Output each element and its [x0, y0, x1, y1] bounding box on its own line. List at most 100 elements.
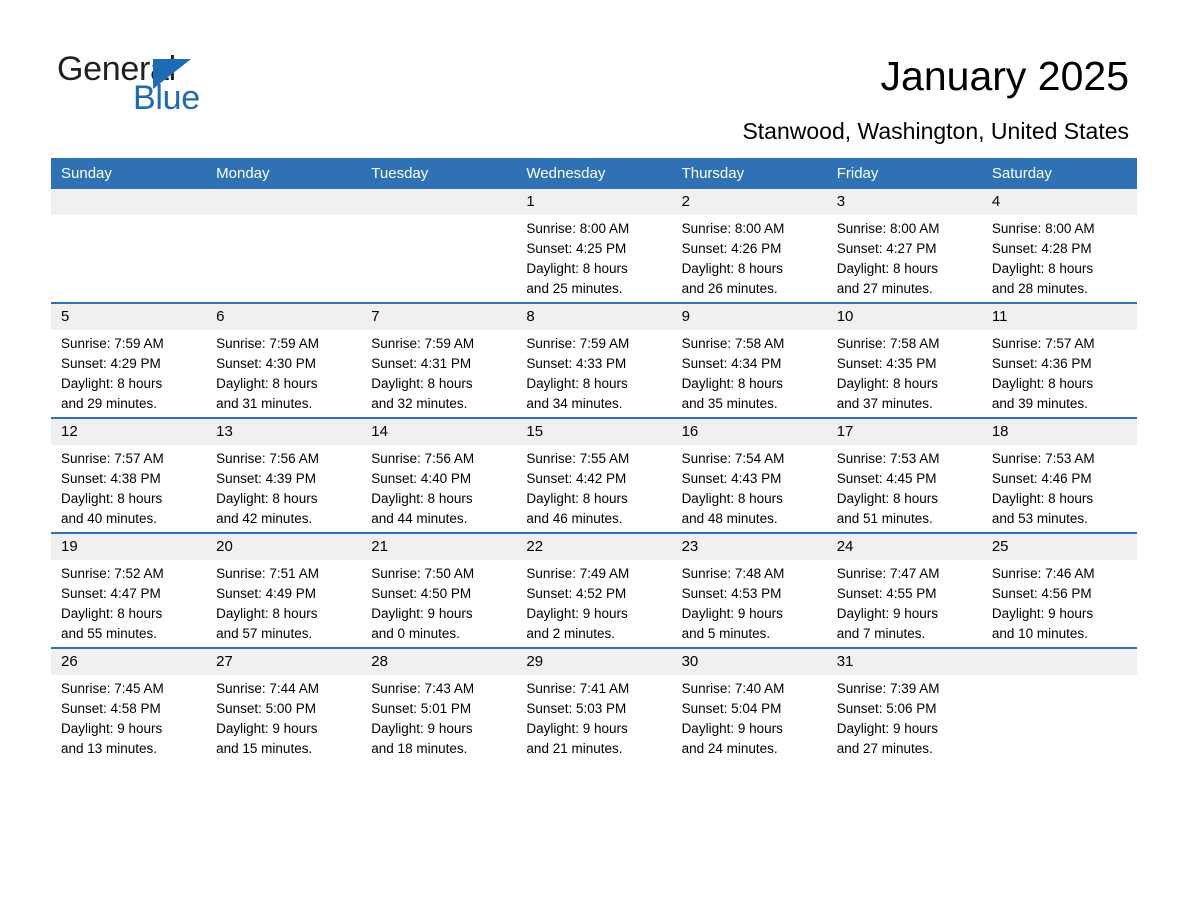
day-number: 29 — [516, 649, 672, 675]
daylight-text-line1: Daylight: 9 hours — [991, 606, 1094, 621]
day-details: Sunrise: 7:40 AM Sunset: 5:04 PM Daylight:… — [672, 675, 827, 759]
day-number: 20 — [206, 534, 362, 560]
day-details: Sunrise: 7:57 AM Sunset: 4:36 PM Daylight:… — [982, 330, 1137, 414]
calendar-cell-day-14[interactable]: 14 Sunrise: 7:56 AM Sunset: 4:40 PM Dayligh… — [361, 417, 517, 533]
weekday-header-monday: Monday — [206, 158, 362, 189]
calendar-cell-day-23[interactable]: 23 Sunrise: 7:48 AM Sunset: 4:53 PM Dayligh… — [671, 532, 827, 648]
calendar-cell-day-4[interactable]: 4 Sunrise: 8:00 AM Sunset: 4:28 PM Daylight… — [981, 189, 1137, 303]
calendar-cell-day-17[interactable]: 17 Sunrise: 7:53 AM Sunset: 4:45 PM Dayligh… — [826, 417, 982, 533]
calendar-cell-day-7[interactable]: 7 Sunrise: 7:59 AM Sunset: 4:31 PM Daylight… — [361, 302, 517, 418]
sunrise-text: Sunrise: 7:43 AM — [371, 681, 475, 696]
page-subtitle: Stanwood, Washington, United States — [742, 118, 1129, 144]
calendar-cell-day-3[interactable]: 3 Sunrise: 8:00 AM Sunset: 4:27 PM Daylight… — [826, 189, 982, 303]
calendar-cell-day-15[interactable]: 15 Sunrise: 7:55 AM Sunset: 4:42 PM Dayligh… — [516, 417, 672, 533]
daylight-text-line1: Daylight: 9 hours — [836, 606, 939, 621]
calendar-cell-day-31[interactable]: 31 Sunrise: 7:39 AM Sunset: 5:06 PM Dayligh… — [826, 647, 982, 762]
day-number: 25 — [981, 534, 1137, 560]
daylight-text-line2: and 31 minutes. — [216, 396, 313, 411]
day-details: Sunrise: 7:54 AM Sunset: 4:43 PM Daylight:… — [672, 445, 827, 529]
calendar-cell-day-13[interactable]: 13 Sunrise: 7:56 AM Sunset: 4:39 PM Dayligh… — [206, 417, 362, 533]
calendar-cell-day-21[interactable]: 21 Sunrise: 7:50 AM Sunset: 4:50 PM Dayligh… — [361, 532, 517, 648]
day-details: Sunrise: 8:00 AM Sunset: 4:26 PM Daylight:… — [672, 215, 827, 299]
sunrise-text: Sunrise: 7:59 AM — [61, 336, 164, 351]
calendar-cell-empty — [51, 189, 207, 303]
sunrise-text: Sunrise: 7:53 AM — [836, 451, 940, 466]
day-details: Sunrise: 7:52 AM Sunset: 4:47 PM Daylight:… — [51, 560, 206, 644]
calendar-cell-day-16[interactable]: 16 Sunrise: 7:54 AM Sunset: 4:43 PM Dayligh… — [671, 417, 827, 533]
day-number: 27 — [206, 649, 362, 675]
day-details: Sunrise: 7:53 AM Sunset: 4:46 PM Daylight:… — [982, 445, 1137, 529]
calendar-cell-day-1[interactable]: 1 Sunrise: 8:00 AM Sunset: 4:25 PM Daylight… — [516, 189, 672, 303]
day-number: 28 — [361, 649, 517, 675]
calendar-cell-day-27[interactable]: 27 Sunrise: 7:44 AM Sunset: 5:00 PM Dayligh… — [206, 647, 362, 762]
general-blue-logo[interactable]: General Blue — [57, 50, 277, 120]
day-number: 2 — [671, 189, 827, 215]
calendar-cell-day-29[interactable]: 29 Sunrise: 7:41 AM Sunset: 5:03 PM Dayligh… — [516, 647, 672, 762]
calendar-cell-day-5[interactable]: 5 Sunrise: 7:59 AM Sunset: 4:29 PM Daylight… — [51, 302, 207, 418]
weekday-header-wednesday: Wednesday — [516, 158, 672, 189]
sunset-text: Sunset: 4:42 PM — [526, 471, 627, 486]
calendar-week-row: 26 Sunrise: 7:45 AM Sunset: 4:58 PM Dayligh… — [51, 647, 1137, 762]
daylight-text-line2: and 34 minutes. — [526, 396, 623, 411]
day-details: Sunrise: 8:00 AM Sunset: 4:25 PM Daylight:… — [516, 215, 671, 299]
daylight-text-line1: Daylight: 9 hours — [371, 606, 473, 621]
calendar-cell-day-9[interactable]: 9 Sunrise: 7:58 AM Sunset: 4:34 PM Daylight… — [671, 302, 827, 418]
sunset-text: Sunset: 4:52 PM — [526, 586, 627, 601]
daylight-text-line2: and 13 minutes. — [61, 741, 158, 756]
calendar-cell-day-6[interactable]: 6 Sunrise: 7:59 AM Sunset: 4:30 PM Daylight… — [206, 302, 362, 418]
sunset-text: Sunset: 4:55 PM — [836, 586, 937, 601]
daylight-text-line1: Daylight: 8 hours — [681, 261, 783, 276]
daylight-text-line1: Daylight: 8 hours — [371, 376, 473, 391]
day-number: 24 — [826, 534, 982, 560]
daylight-text-line1: Daylight: 8 hours — [836, 261, 939, 276]
calendar-week-row: 1 Sunrise: 8:00 AM Sunset: 4:25 PM Daylight… — [51, 189, 1137, 303]
sunrise-text: Sunrise: 7:44 AM — [216, 681, 319, 696]
calendar-cell-day-26[interactable]: 26 Sunrise: 7:45 AM Sunset: 4:58 PM Dayligh… — [51, 647, 207, 762]
sunset-text: Sunset: 4:25 PM — [526, 241, 627, 256]
sunset-text: Sunset: 4:30 PM — [216, 356, 316, 371]
daylight-text-line1: Daylight: 8 hours — [216, 491, 318, 506]
weekday-header-row: Sunday Monday Tuesday Wednesday Thursday… — [51, 158, 1137, 189]
daylight-text-line2: and 53 minutes. — [991, 511, 1088, 526]
daylight-text-line1: Daylight: 8 hours — [681, 376, 783, 391]
daylight-text-line2: and 0 minutes. — [371, 626, 460, 641]
calendar-cell-day-19[interactable]: 19 Sunrise: 7:52 AM Sunset: 4:47 PM Dayligh… — [51, 532, 207, 648]
day-details: Sunrise: 7:56 AM Sunset: 4:40 PM Daylight:… — [361, 445, 516, 529]
day-details: Sunrise: 7:45 AM Sunset: 4:58 PM Daylight:… — [51, 675, 206, 759]
calendar-cell-day-10[interactable]: 10 Sunrise: 7:58 AM Sunset: 4:35 PM Dayligh… — [826, 302, 982, 418]
daylight-text-line1: Daylight: 8 hours — [526, 376, 628, 391]
sunset-text: Sunset: 4:38 PM — [61, 471, 161, 486]
sunset-text: Sunset: 4:36 PM — [991, 356, 1092, 371]
calendar-cell-day-8[interactable]: 8 Sunrise: 7:59 AM Sunset: 4:33 PM Daylight… — [516, 302, 672, 418]
day-details: Sunrise: 7:55 AM Sunset: 4:42 PM Daylight:… — [516, 445, 671, 529]
calendar-cell-day-22[interactable]: 22 Sunrise: 7:49 AM Sunset: 4:52 PM Dayligh… — [516, 532, 672, 648]
day-number: 9 — [671, 304, 827, 330]
calendar-cell-day-11[interactable]: 11 Sunrise: 7:57 AM Sunset: 4:36 PM Dayligh… — [981, 302, 1137, 418]
day-details: Sunrise: 7:44 AM Sunset: 5:00 PM Daylight:… — [206, 675, 361, 759]
daylight-text-line1: Daylight: 8 hours — [991, 261, 1094, 276]
calendar-cell-day-20[interactable]: 20 Sunrise: 7:51 AM Sunset: 4:49 PM Dayligh… — [206, 532, 362, 648]
day-number: 14 — [361, 419, 517, 445]
daylight-text-line2: and 39 minutes. — [991, 396, 1088, 411]
calendar-cell-day-25[interactable]: 25 Sunrise: 7:46 AM Sunset: 4:56 PM Dayligh… — [981, 532, 1137, 648]
sunset-text: Sunset: 4:33 PM — [526, 356, 627, 371]
page-header: General Blue January 2025 Stanwood, Wash… — [0, 0, 1188, 150]
daylight-text-line1: Daylight: 9 hours — [61, 721, 163, 736]
calendar-cell-day-2[interactable]: 2 Sunrise: 8:00 AM Sunset: 4:26 PM Daylight… — [671, 189, 827, 303]
daylight-text-line1: Daylight: 8 hours — [526, 491, 628, 506]
calendar-cell-empty — [981, 647, 1137, 762]
daylight-text-line2: and 51 minutes. — [836, 511, 933, 526]
daylight-text-line1: Daylight: 8 hours — [216, 376, 318, 391]
calendar-cell-day-30[interactable]: 30 Sunrise: 7:40 AM Sunset: 5:04 PM Dayligh… — [671, 647, 827, 762]
calendar-cell-day-18[interactable]: 18 Sunrise: 7:53 AM Sunset: 4:46 PM Dayligh… — [981, 417, 1137, 533]
sunset-text: Sunset: 5:01 PM — [371, 701, 472, 716]
day-number: 11 — [981, 304, 1137, 330]
sunset-text: Sunset: 4:26 PM — [681, 241, 782, 256]
sunset-text: Sunset: 4:28 PM — [991, 241, 1092, 256]
calendar-cell-day-12[interactable]: 12 Sunrise: 7:57 AM Sunset: 4:38 PM Dayligh… — [51, 417, 207, 533]
day-details: Sunrise: 7:59 AM Sunset: 4:30 PM Daylight:… — [206, 330, 361, 414]
calendar-cell-day-24[interactable]: 24 Sunrise: 7:47 AM Sunset: 4:55 PM Dayligh… — [826, 532, 982, 648]
day-number: 22 — [516, 534, 672, 560]
calendar-cell-day-28[interactable]: 28 Sunrise: 7:43 AM Sunset: 5:01 PM Dayligh… — [361, 647, 517, 762]
sunrise-text: Sunrise: 7:49 AM — [526, 566, 630, 581]
